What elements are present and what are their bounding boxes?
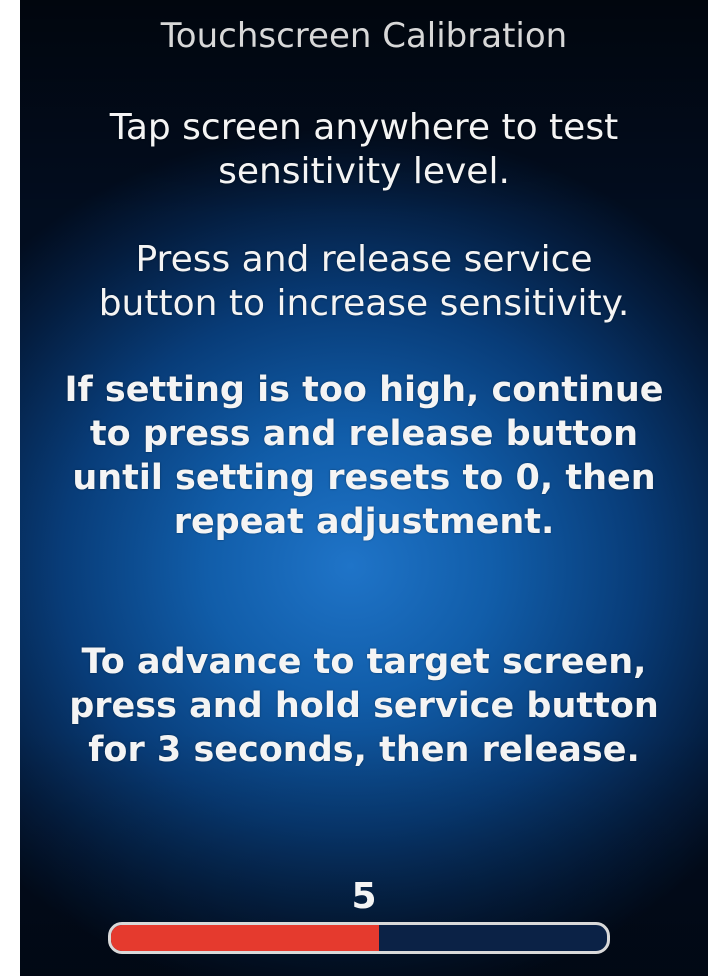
instruction-tap: Tap screen anywhere to test sensitivity … [109,107,619,192]
instruction-too-high: If setting is too high, continue to pres… [64,370,664,542]
screen-title: Touchscreen Calibration [160,16,568,56]
sensitivity-progress-fill [111,925,379,951]
sensitivity-level-value: 5 [351,876,377,917]
instruction-advance: To advance to target screen, press and h… [69,642,659,770]
instruction-press-release: Press and release service button to incr… [98,239,630,324]
calibration-screen[interactable]: Touchscreen Calibration Tap screen anywh… [20,0,708,976]
sensitivity-progress-bar [108,922,610,954]
